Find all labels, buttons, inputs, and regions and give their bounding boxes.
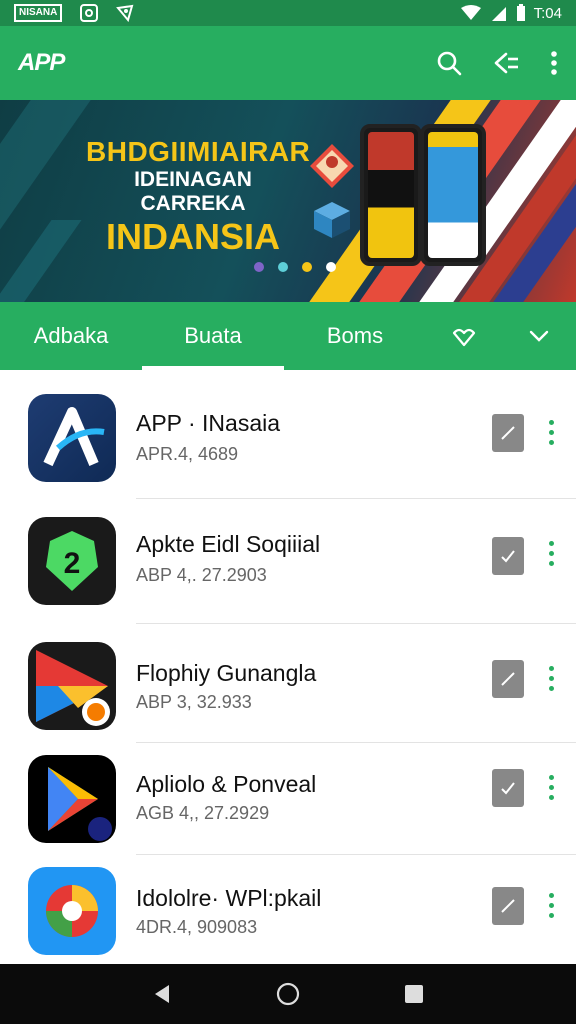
more-options-icon[interactable] (546, 420, 556, 445)
banner-line-2: IDEINAGAN CARREKA (134, 168, 252, 216)
list-item[interactable]: Idololre· WPl:pkail 4DR.4, 909083 (0, 855, 576, 979)
app-icon (28, 394, 116, 482)
status-badge: NISANA (14, 4, 63, 22)
page-dot[interactable] (326, 262, 336, 272)
banner-line-1: BHDGIIMIAIRAR (86, 136, 311, 167)
checkmark-icon (501, 426, 515, 440)
tab-label: Adbaka (33, 323, 109, 348)
more-options-icon[interactable] (546, 775, 556, 800)
status-bar: NISANA T:04 (0, 0, 576, 26)
phone-mockup-right (420, 124, 486, 266)
select-checkbox[interactable] (492, 887, 524, 925)
clock: T:04 (533, 4, 562, 22)
search-icon[interactable] (436, 50, 462, 76)
app-version: 4DR.4, 909083 (136, 917, 258, 937)
wifi-icon (460, 5, 481, 20)
app-icon (28, 642, 116, 730)
more-options-icon[interactable] (546, 893, 556, 918)
tab-adbaka[interactable]: Adbaka (0, 302, 142, 370)
tab-favorites[interactable] (426, 302, 501, 370)
checkmark-icon (501, 782, 515, 795)
back-icon[interactable] (151, 983, 173, 1005)
more-options-icon[interactable] (546, 666, 556, 691)
app-version: ABP 3, 32.933 (136, 692, 252, 712)
app-logo[interactable]: APP (18, 49, 65, 77)
share-icon[interactable] (492, 50, 520, 76)
banner-headline: BHDGIIMIAIRAR IDEINAGAN CARREKA INDANSIA (86, 136, 311, 258)
handshake-icon (452, 328, 475, 347)
swirl-icon (46, 885, 98, 937)
app-name: Flophiy Gunangla (136, 660, 317, 686)
gift-icon (310, 144, 354, 188)
more-options-icon[interactable] (546, 541, 556, 566)
signal-icon (491, 7, 506, 21)
app-icon: 2 (28, 517, 116, 605)
promo-banner[interactable]: BHDGIIMIAIRAR IDEINAGAN CARREKA INDANSIA (0, 100, 576, 302)
list-item[interactable]: 2 Apkte Eidl Soqiiial ABP 4,. 27.2903 (0, 499, 576, 624)
phone-mockup-left (360, 124, 422, 266)
select-checkbox[interactable] (492, 769, 524, 807)
letter-a-icon (43, 407, 105, 467)
app-name: Apliolo & Ponveal (136, 771, 317, 797)
chevron-down-icon (529, 330, 548, 342)
app-version: APR.4, 4689 (136, 444, 239, 464)
svg-text:2: 2 (64, 547, 81, 580)
tab-more[interactable] (501, 302, 576, 370)
banner-line-3: INDANSIA (105, 216, 280, 258)
notification-app-icon (116, 4, 134, 22)
app-name: APP · INasaia (136, 410, 281, 436)
app-icon (28, 867, 116, 955)
cube-icon (314, 202, 350, 238)
tab-boms[interactable]: Boms (284, 302, 426, 370)
select-checkbox[interactable] (492, 660, 524, 698)
tab-label: Buata (184, 323, 242, 348)
list-item[interactable]: Flophiy Gunangla ABP 3, 32.933 (0, 624, 576, 748)
instagram-icon (80, 4, 99, 22)
page-dot[interactable] (254, 262, 264, 272)
tab-buata[interactable]: Buata (142, 302, 284, 370)
page-dot[interactable] (278, 262, 288, 272)
select-checkbox[interactable] (492, 537, 524, 575)
banner-page-indicator[interactable] (254, 262, 336, 272)
app-version: AGB 4,, 27.2929 (136, 803, 270, 823)
system-nav-bar (0, 964, 576, 1024)
shield-icon: 2 (46, 531, 98, 591)
tab-label: Boms (326, 323, 384, 348)
colorful-triangle-icon (36, 650, 110, 726)
app-bar: APP (0, 26, 576, 100)
select-checkbox[interactable] (492, 414, 524, 452)
app-name: Idololre· WPl:pkail (136, 885, 322, 911)
checkmark-icon (501, 672, 515, 686)
app-icon (28, 755, 116, 843)
page-dot-active[interactable] (302, 262, 312, 272)
checkmark-icon (501, 899, 515, 913)
checkmark-icon (501, 550, 515, 563)
battery-icon (516, 4, 525, 21)
app-version: ABP 4,. 27.2903 (136, 565, 267, 585)
list-item[interactable]: APP · INasaia APR.4, 4689 (0, 370, 576, 499)
play-store-icon (48, 767, 112, 841)
recents-icon[interactable] (403, 983, 425, 1005)
home-icon[interactable] (276, 982, 300, 1006)
category-tabs: Adbaka Buata Boms (0, 302, 576, 370)
app-name: Apkte Eidl Soqiiial (136, 531, 321, 557)
list-item[interactable]: Apliolo & Ponveal AGB 4,, 27.2929 (0, 743, 576, 867)
more-options-icon[interactable] (550, 50, 558, 76)
